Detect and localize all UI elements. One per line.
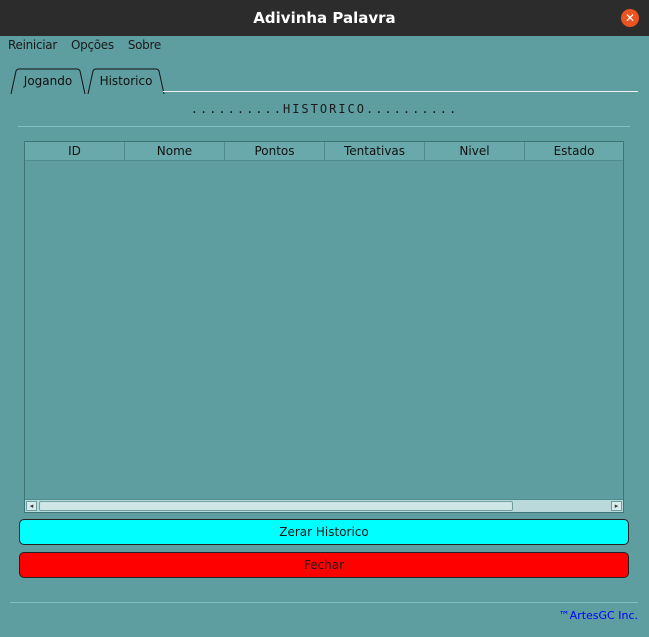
fechar-button[interactable]: Fechar — [19, 552, 629, 578]
divider — [18, 126, 630, 127]
history-table[interactable]: ID Nome Pontos Tentativas Nivel Estado ◂… — [24, 141, 624, 513]
menu-opcoes[interactable]: Opções — [71, 38, 114, 56]
tab-jogando-label: Jogando — [23, 74, 73, 88]
scroll-left-icon[interactable]: ◂ — [26, 501, 37, 511]
app-window: Reiniciar Opções Sobre Jogando Historico… — [0, 36, 649, 637]
horizontal-scrollbar[interactable]: ◂ ▸ — [25, 499, 623, 512]
footer-divider — [10, 602, 638, 603]
column-header-id[interactable]: ID — [25, 142, 125, 161]
tab-historico[interactable]: Historico — [87, 68, 165, 94]
column-header-nivel[interactable]: Nivel — [425, 142, 525, 161]
close-icon[interactable]: ✕ — [621, 9, 639, 27]
scroll-right-icon[interactable]: ▸ — [611, 501, 622, 511]
tab-baseline — [163, 91, 638, 92]
footer-credit: ™ArtesGC Inc. — [558, 609, 638, 622]
tab-historico-label: Historico — [99, 74, 153, 88]
column-header-pontos[interactable]: Pontos — [225, 142, 325, 161]
scrollbar-thumb[interactable] — [39, 501, 513, 511]
column-header-tentativas[interactable]: Tentativas — [325, 142, 425, 161]
zerar-historico-button[interactable]: Zerar Historico — [19, 519, 629, 545]
menu-reiniciar[interactable]: Reiniciar — [8, 38, 57, 56]
tab-jogando[interactable]: Jogando — [10, 68, 86, 94]
title-bar: Adivinha Palavra ✕ — [0, 0, 649, 36]
section-heading: ..........HISTORICO.......... — [190, 102, 459, 116]
menu-sobre[interactable]: Sobre — [128, 38, 161, 56]
column-header-nome[interactable]: Nome — [125, 142, 225, 161]
column-header-estado[interactable]: Estado — [525, 142, 623, 161]
table-header: ID Nome Pontos Tentativas Nivel Estado — [25, 142, 623, 161]
menu-bar: Reiniciar Opções Sobre — [8, 38, 161, 56]
window-title: Adivinha Palavra — [253, 9, 396, 27]
